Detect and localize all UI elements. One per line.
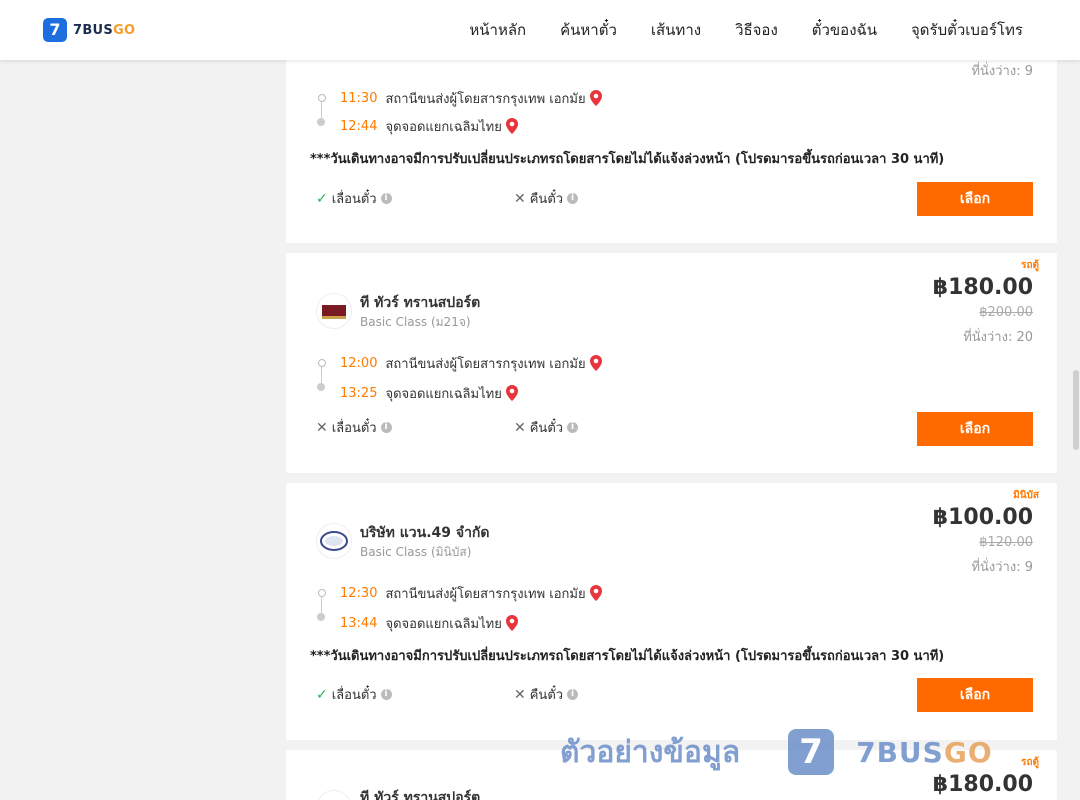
change-ticket-option: ✓ เลื่อนตั๋ว i (316, 684, 392, 705)
cross-icon: ✕ (316, 419, 328, 436)
location-pin-icon[interactable] (589, 355, 602, 371)
info-icon[interactable]: i (567, 193, 579, 204)
depart-place: สถานีขนส่งผู้โดยสารกรุงเทพ เอกมัย (385, 91, 586, 107)
scrollbar-thumb[interactable] (1073, 370, 1079, 450)
operator-logo (316, 293, 352, 329)
check-icon: ✓ (316, 190, 328, 207)
location-pin-icon[interactable] (505, 615, 518, 631)
refund-ticket-option: ✕ คืนตั๋ว i (514, 684, 579, 705)
cross-icon: ✕ (514, 419, 526, 436)
logo-badge-icon: 7 (43, 18, 67, 42)
depart-place: สถานีขนส่งผู้โดยสารกรุงเทพ เอกมัย (385, 586, 586, 602)
site-logo[interactable]: 7 7BUSGO (43, 18, 135, 42)
seats-available: ที่นั่งว่าง: 20 (963, 330, 1033, 345)
watermark-logo-text: 7BUSGO (856, 735, 993, 769)
arrive-place: จุดจอดแยกเฉลิมไทย (385, 119, 502, 135)
site-header: 7 7BUSGO หน้าหลัก ค้นหาตั๋ว เส้นทาง วิธี… (0, 0, 1080, 60)
info-icon[interactable]: i (380, 193, 392, 204)
info-icon[interactable]: i (567, 422, 579, 433)
info-icon[interactable]: i (567, 689, 579, 700)
nav-search-ticket[interactable]: ค้นหาตั๋ว (560, 18, 617, 42)
page-scrollbar[interactable] (1072, 60, 1080, 800)
change-ticket-option: ✕ เลื่อนตั๋ว i (316, 417, 392, 438)
operator-name: ที ทัวร์ ทรานสปอร์ต (360, 295, 481, 311)
select-trip-button[interactable]: เลือก (917, 412, 1033, 446)
main-nav: หน้าหลัก ค้นหาตั๋ว เส้นทาง วิธีจอง ตั๋วข… (435, 0, 1023, 60)
location-pin-icon[interactable] (589, 90, 602, 106)
seats-available: ที่นั่งว่าง: 9 (971, 64, 1033, 79)
location-pin-icon[interactable] (505, 118, 518, 134)
depart-place: สถานีขนส่งผู้โดยสารกรุงเทพ เอกมัย (385, 356, 586, 372)
arrive-place: จุดจอดแยกเฉลิมไทย (385, 616, 502, 632)
operator-name: บริษัท แวน.49 จำกัด (360, 525, 490, 541)
info-icon[interactable]: i (380, 689, 392, 700)
depart-time: 11:30 (340, 90, 378, 106)
arrive-time: 12:44 (340, 118, 378, 134)
select-trip-button[interactable]: เลือก (917, 182, 1033, 216)
watermark-logo-badge-icon: 7 (788, 729, 835, 775)
original-price: ฿200.00 (979, 305, 1033, 320)
cross-icon: ✕ (514, 190, 526, 207)
nav-my-tickets[interactable]: ตั๋วของฉัน (812, 18, 877, 42)
trip-notice: ***วันเดินทางอาจมีการปรับเปลี่ยนประเภทรถ… (310, 152, 945, 167)
vehicle-type-tag: มินิบัส (1013, 490, 1039, 501)
route-timeline: 12:00 สถานีขนส่งผู้โดยสารกรุงเทพ เอกมัย … (316, 353, 636, 413)
cross-icon: ✕ (514, 686, 526, 703)
trip-price: ฿180.00 (932, 275, 1033, 300)
refund-ticket-option: ✕ คืนตั๋ว i (514, 417, 579, 438)
refund-ticket-option: ✕ คืนตั๋ว i (514, 188, 579, 209)
watermark-text: ตัวอย่างข้อมูล (560, 734, 741, 770)
seats-available: ที่นั่งว่าง: 9 (971, 560, 1033, 575)
check-icon: ✓ (316, 686, 328, 703)
trip-card: รถตู้ ฿180.00 ฿200.00 ที่นั่งว่าง: 20 ที… (286, 253, 1057, 473)
trip-notice: ***วันเดินทางอาจมีการปรับเปลี่ยนประเภทรถ… (310, 649, 945, 664)
location-pin-icon[interactable] (505, 385, 518, 401)
trip-card: มินิบัส ฿100.00 ฿120.00 ที่นั่งว่าง: 9 บ… (286, 483, 1057, 740)
arrive-time: 13:25 (340, 385, 378, 401)
arrive-place: จุดจอดแยกเฉลิมไทย (385, 386, 502, 402)
service-class: Basic Class (มินิบัส) (360, 545, 472, 559)
sample-data-watermark: ตัวอย่างข้อมูล 7 7BUSGO (560, 722, 993, 782)
depart-time: 12:30 (340, 585, 378, 601)
trip-card: ที่นั่งว่าง: 9 11:30 สถานีขนส่งผู้โดยสาร… (286, 40, 1057, 243)
select-trip-button[interactable]: เลือก (917, 678, 1033, 712)
logo-text: 7BUSGO (73, 22, 136, 38)
route-timeline: 11:30 สถานีขนส่งผู้โดยสารกรุงเทพ เอกมัย … (316, 88, 636, 148)
nav-ticket-points[interactable]: จุดรับตั๋วเบอร์โทร (911, 18, 1023, 42)
route-timeline: 12:30 สถานีขนส่งผู้โดยสารกรุงเทพ เอกมัย … (316, 583, 636, 643)
vehicle-type-tag: รถตู้ (1021, 757, 1039, 768)
nav-routes[interactable]: เส้นทาง (651, 18, 701, 42)
operator-logo (316, 790, 352, 800)
service-class: Basic Class (ม21จ) (360, 315, 471, 329)
trip-price: ฿100.00 (932, 505, 1033, 530)
operator-logo (316, 523, 352, 559)
arrive-time: 13:44 (340, 615, 378, 631)
change-ticket-option: ✓ เลื่อนตั๋ว i (316, 188, 392, 209)
vehicle-type-tag: รถตู้ (1021, 260, 1039, 271)
location-pin-icon[interactable] (589, 585, 602, 601)
operator-name: ที ทัวร์ ทรานสปอร์ต (360, 790, 481, 800)
info-icon[interactable]: i (380, 422, 392, 433)
nav-how-to-book[interactable]: วิธีจอง (735, 18, 778, 42)
original-price: ฿120.00 (979, 535, 1033, 550)
nav-home[interactable]: หน้าหลัก (469, 18, 526, 42)
depart-time: 12:00 (340, 355, 378, 371)
